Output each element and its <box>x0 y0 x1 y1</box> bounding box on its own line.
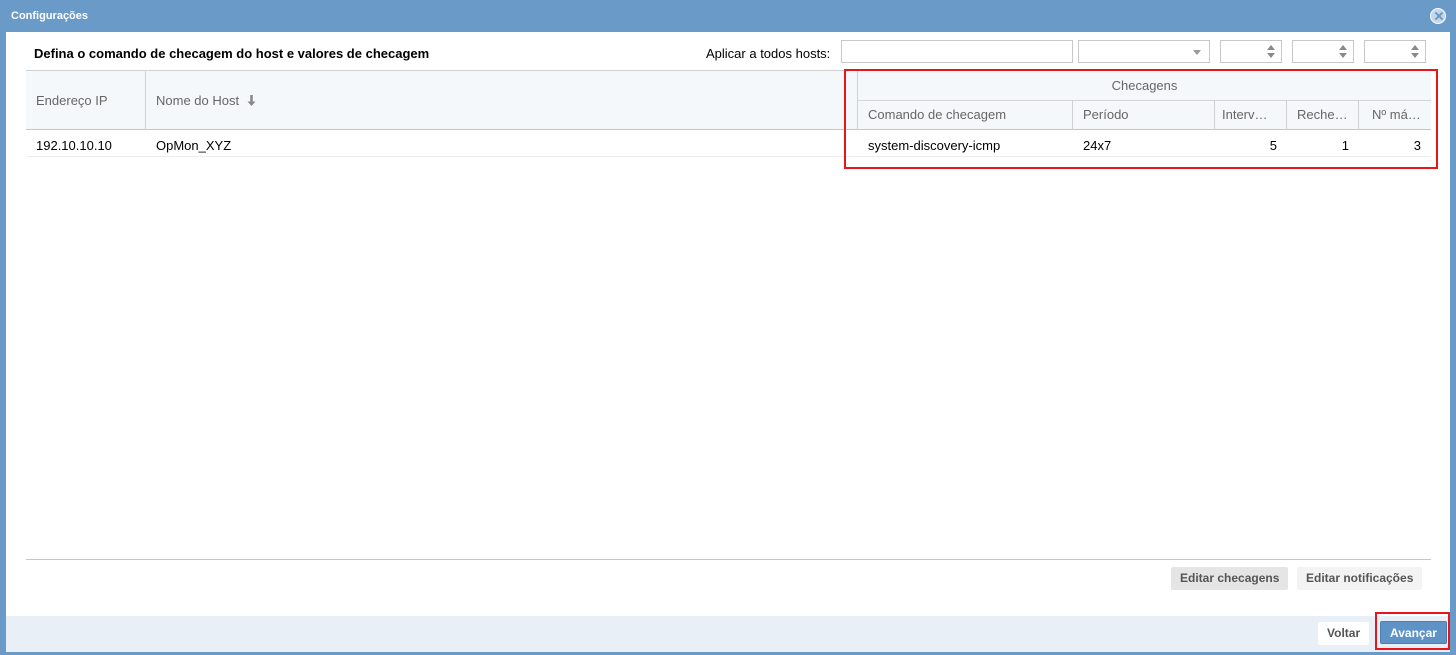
apply-all-max-stepper[interactable] <box>1364 40 1426 63</box>
apply-all-period-select[interactable] <box>1078 40 1210 63</box>
dialog-body: Defina o comando de checagem do host e v… <box>6 32 1450 652</box>
highlight-checks-box <box>844 69 1438 169</box>
apply-all-label: Aplicar a todos hosts: <box>706 46 831 61</box>
spinner-icon[interactable] <box>1411 45 1419 59</box>
column-header-ip[interactable]: Endereço IP <box>36 93 108 108</box>
apply-all-command-input[interactable] <box>841 40 1073 63</box>
dialog-footer <box>6 616 1450 652</box>
sort-descending-icon <box>247 94 256 109</box>
edit-notifications-button[interactable]: Editar notificações <box>1297 567 1423 590</box>
dialog-title: Configurações <box>11 10 89 22</box>
highlight-next-box <box>1375 612 1450 650</box>
title-bar[interactable]: Configurações <box>0 0 1456 32</box>
apply-all-recheck-stepper[interactable] <box>1292 40 1354 63</box>
spinner-icon[interactable] <box>1267 45 1275 59</box>
spinner-icon[interactable] <box>1339 45 1347 59</box>
configuration-dialog: Configurações Defina o comando de checag… <box>0 0 1456 655</box>
cell-ip: 192.10.10.10 <box>36 138 112 153</box>
close-icon[interactable] <box>1430 8 1446 24</box>
chevron-down-icon[interactable] <box>1193 50 1201 55</box>
column-divider <box>145 70 146 130</box>
cell-host: OpMon_XYZ <box>156 138 232 153</box>
column-header-host-label: Nome do Host <box>156 93 240 108</box>
apply-all-interval-stepper[interactable] <box>1220 40 1282 63</box>
column-header-host[interactable]: Nome do Host <box>156 93 256 109</box>
back-button[interactable]: Voltar <box>1318 622 1370 645</box>
edit-checks-button[interactable]: Editar checagens <box>1171 567 1289 590</box>
section-heading: Defina o comando de checagem do host e v… <box>34 46 430 61</box>
